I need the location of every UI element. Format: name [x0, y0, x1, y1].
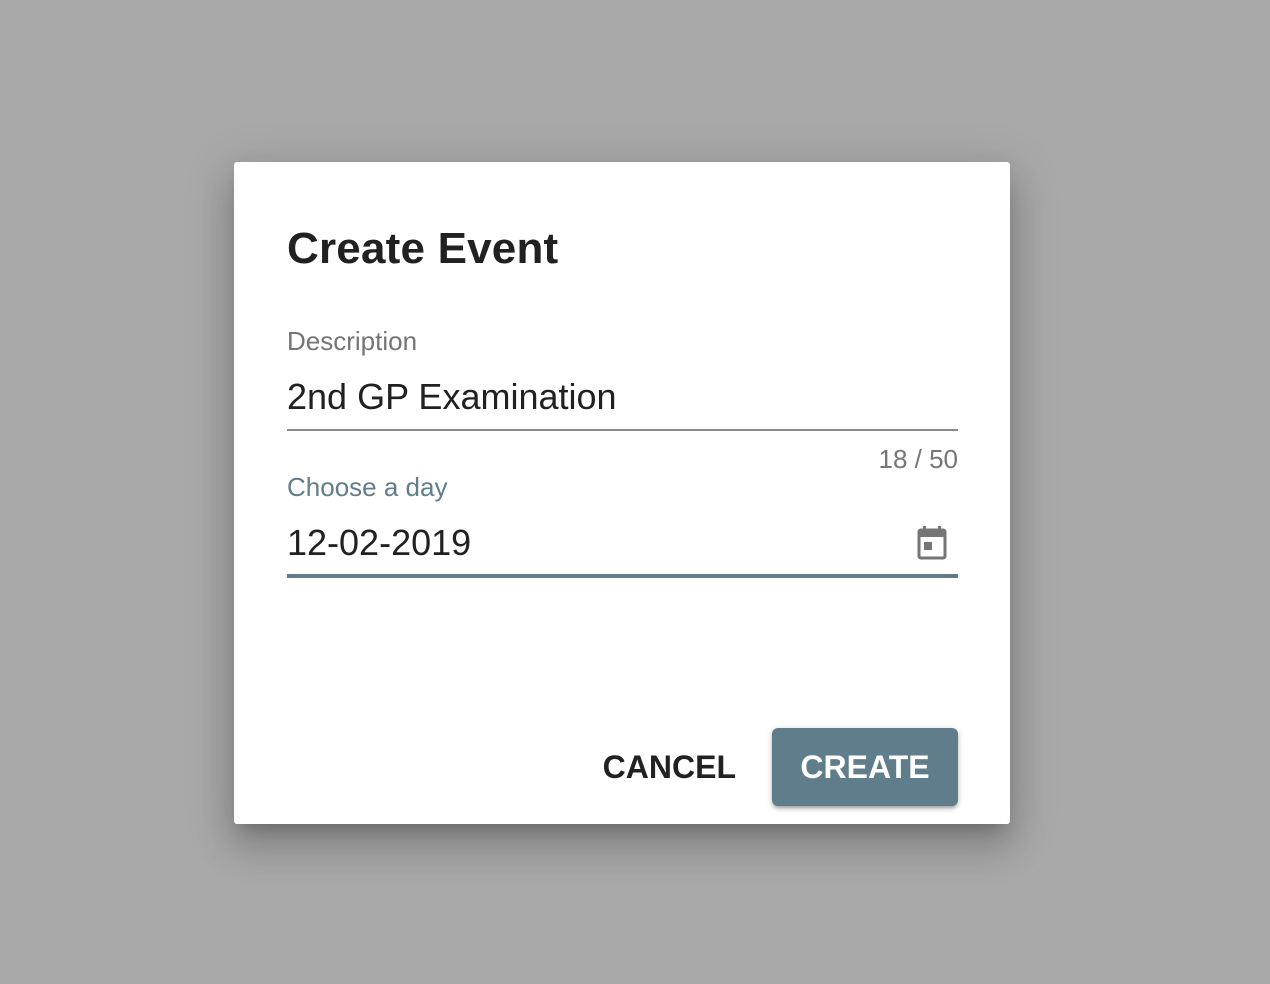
- date-underline: [287, 574, 958, 578]
- description-underline: [287, 429, 958, 431]
- character-counter: 18 / 50: [878, 444, 958, 474]
- description-field: Description 18 / 50: [287, 326, 958, 476]
- dialog-title: Create Event: [287, 224, 559, 273]
- date-field: Choose a day: [287, 472, 958, 582]
- date-input[interactable]: [287, 518, 887, 568]
- cancel-button[interactable]: CANCEL: [587, 728, 752, 806]
- description-input[interactable]: [287, 372, 887, 422]
- calendar-icon[interactable]: [917, 526, 947, 560]
- dialog-actions: CANCEL CREATE: [587, 728, 958, 806]
- create-button[interactable]: CREATE: [772, 728, 958, 806]
- description-label: Description: [287, 326, 418, 356]
- create-event-dialog: Create Event Description 18 / 50 Choose …: [234, 162, 1010, 824]
- date-label: Choose a day: [287, 472, 448, 502]
